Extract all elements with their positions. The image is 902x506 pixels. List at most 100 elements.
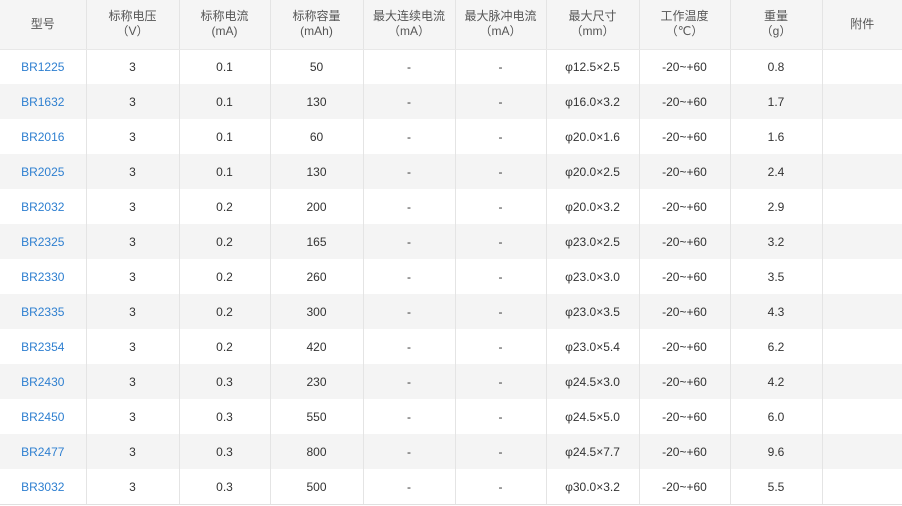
cell-operating-temp: -20~+60: [639, 329, 731, 364]
column-header-unit: （V）: [116, 24, 149, 39]
cell-nominal-capacity: 60: [270, 119, 364, 154]
model-link[interactable]: BR2430: [0, 364, 87, 399]
table-row: BR2430 3 0.3 230- - φ24.5×3.0 -20~+60 4.2: [0, 364, 902, 399]
cell-max-size: φ16.0×3.2: [546, 84, 640, 119]
column-header-max-continuous-current: 最大连续电流 （mA）: [363, 0, 456, 50]
column-header-label: 最大尺寸: [568, 9, 617, 24]
cell-nominal-voltage: 3: [86, 434, 180, 469]
cell-weight: 2.9: [730, 189, 823, 224]
cell-nominal-voltage: 3: [86, 154, 180, 189]
model-link[interactable]: BR3032: [0, 469, 87, 504]
model-link[interactable]: BR2325: [0, 224, 87, 259]
cell-max-pulse-current: -: [455, 364, 547, 399]
table-row: BR2354 3 0.2 420- - φ23.0×5.4 -20~+60 6.2: [0, 329, 902, 364]
column-header-max-pulse-current: 最大脉冲电流 （mA）: [455, 0, 547, 50]
cell-attachment: [822, 224, 902, 259]
table-row: BR2016 3 0.1 60- - φ20.0×1.6 -20~+60 1.6: [0, 119, 902, 154]
cell-max-continuous-current: -: [363, 469, 456, 504]
column-header-label: 重量: [763, 9, 788, 24]
model-link[interactable]: BR2354: [0, 329, 87, 364]
cell-weight: 4.2: [730, 364, 823, 399]
cell-nominal-current: 0.1: [179, 119, 271, 154]
cell-nominal-current: 0.2: [179, 294, 271, 329]
table-row: BR2335 3 0.2 300- - φ23.0×3.5 -20~+60 4.3: [0, 294, 902, 329]
cell-max-continuous-current: -: [363, 294, 456, 329]
cell-nominal-voltage: 3: [86, 364, 180, 399]
column-header-unit: （mA）: [387, 24, 430, 39]
cell-max-pulse-current: -: [455, 259, 547, 294]
table-row: BR1632 3 0.1 130- - φ16.0×3.2 -20~+60 1.7: [0, 84, 902, 119]
cell-max-pulse-current: -: [455, 49, 547, 84]
cell-nominal-voltage: 3: [86, 119, 180, 154]
cell-operating-temp: -20~+60: [639, 364, 731, 399]
table-row: BR2032 3 0.2 200- - φ20.0×3.2 -20~+60 2.9: [0, 189, 902, 224]
column-header-unit: （mA）: [479, 24, 522, 39]
cell-nominal-capacity: 130: [270, 84, 364, 119]
cell-nominal-current: 0.2: [179, 259, 271, 294]
cell-operating-temp: -20~+60: [639, 469, 731, 504]
table-row: BR1225 3 0.1 50- - φ12.5×2.5 -20~+60 0.8: [0, 49, 902, 84]
cell-operating-temp: -20~+60: [639, 84, 731, 119]
cell-attachment: [822, 84, 902, 119]
cell-nominal-capacity: 260: [270, 259, 364, 294]
cell-nominal-current: 0.2: [179, 329, 271, 364]
cell-max-size: φ23.0×2.5: [546, 224, 640, 259]
cell-max-size: φ20.0×1.6: [546, 119, 640, 154]
cell-weight: 1.7: [730, 84, 823, 119]
cell-weight: 6.0: [730, 399, 823, 434]
cell-attachment: [822, 189, 902, 224]
cell-attachment: [822, 364, 902, 399]
cell-max-pulse-current: -: [455, 189, 547, 224]
model-link[interactable]: BR2477: [0, 434, 87, 469]
cell-max-continuous-current: -: [363, 154, 456, 189]
cell-nominal-voltage: 3: [86, 189, 180, 224]
cell-operating-temp: -20~+60: [639, 189, 731, 224]
cell-weight: 9.6: [730, 434, 823, 469]
cell-operating-temp: -20~+60: [639, 399, 731, 434]
cell-max-continuous-current: -: [363, 189, 456, 224]
table-bottom-border: [0, 504, 902, 505]
cell-operating-temp: -20~+60: [639, 154, 731, 189]
cell-nominal-capacity: 300: [270, 294, 364, 329]
battery-spec-table: 型号 标称电压 （V） 标称电流 (mA) 标称容量 (mAh) 最大连续电流 （mA） 最大脉冲…: [0, 0, 902, 504]
cell-weight: 4.3: [730, 294, 823, 329]
column-header-weight: 重量 （g）: [730, 0, 823, 50]
cell-max-pulse-current: -: [455, 224, 547, 259]
cell-operating-temp: -20~+60: [639, 294, 731, 329]
cell-nominal-current: 0.1: [179, 49, 271, 84]
table-row: BR2450 3 0.3 550- - φ24.5×5.0 -20~+60 6.0: [0, 399, 902, 434]
column-header-nominal-capacity: 标称容量 (mAh): [270, 0, 364, 50]
column-header-model: 型号: [0, 0, 87, 50]
column-header-nominal-current: 标称电流 (mA): [179, 0, 271, 50]
cell-max-continuous-current: -: [363, 329, 456, 364]
table-row: BR2325 3 0.2 165- - φ23.0×2.5 -20~+60 3.2: [0, 224, 902, 259]
column-header-max-size: 最大尺寸 （mm）: [546, 0, 640, 50]
cell-max-continuous-current: -: [363, 259, 456, 294]
column-header-nominal-voltage: 标称电压 （V）: [86, 0, 180, 50]
column-header-attachment: 附件: [822, 0, 902, 50]
cell-attachment: [822, 49, 902, 84]
cell-attachment: [822, 154, 902, 189]
cell-max-pulse-current: -: [455, 469, 547, 504]
cell-weight: 3.5: [730, 259, 823, 294]
model-link[interactable]: BR1632: [0, 84, 87, 119]
cell-max-pulse-current: -: [455, 294, 547, 329]
cell-max-size: φ24.5×5.0: [546, 399, 640, 434]
cell-nominal-voltage: 3: [86, 399, 180, 434]
cell-max-size: φ30.0×3.2: [546, 469, 640, 504]
cell-nominal-voltage: 3: [86, 49, 180, 84]
header-row: 型号 标称电压 （V） 标称电流 (mA) 标称容量 (mAh) 最大连续电流 （mA） 最大脉冲…: [0, 0, 902, 50]
cell-attachment: [822, 329, 902, 364]
model-link[interactable]: BR2032: [0, 189, 87, 224]
model-link[interactable]: BR2450: [0, 399, 87, 434]
cell-max-pulse-current: -: [455, 399, 547, 434]
cell-operating-temp: -20~+60: [639, 434, 731, 469]
model-link[interactable]: BR2335: [0, 294, 87, 329]
cell-nominal-voltage: 3: [86, 259, 180, 294]
cell-max-size: φ20.0×3.2: [546, 189, 640, 224]
model-link[interactable]: BR1225: [0, 49, 87, 84]
model-link[interactable]: BR2016: [0, 119, 87, 154]
model-link[interactable]: BR2330: [0, 259, 87, 294]
model-link[interactable]: BR2025: [0, 154, 87, 189]
cell-nominal-voltage: 3: [86, 84, 180, 119]
